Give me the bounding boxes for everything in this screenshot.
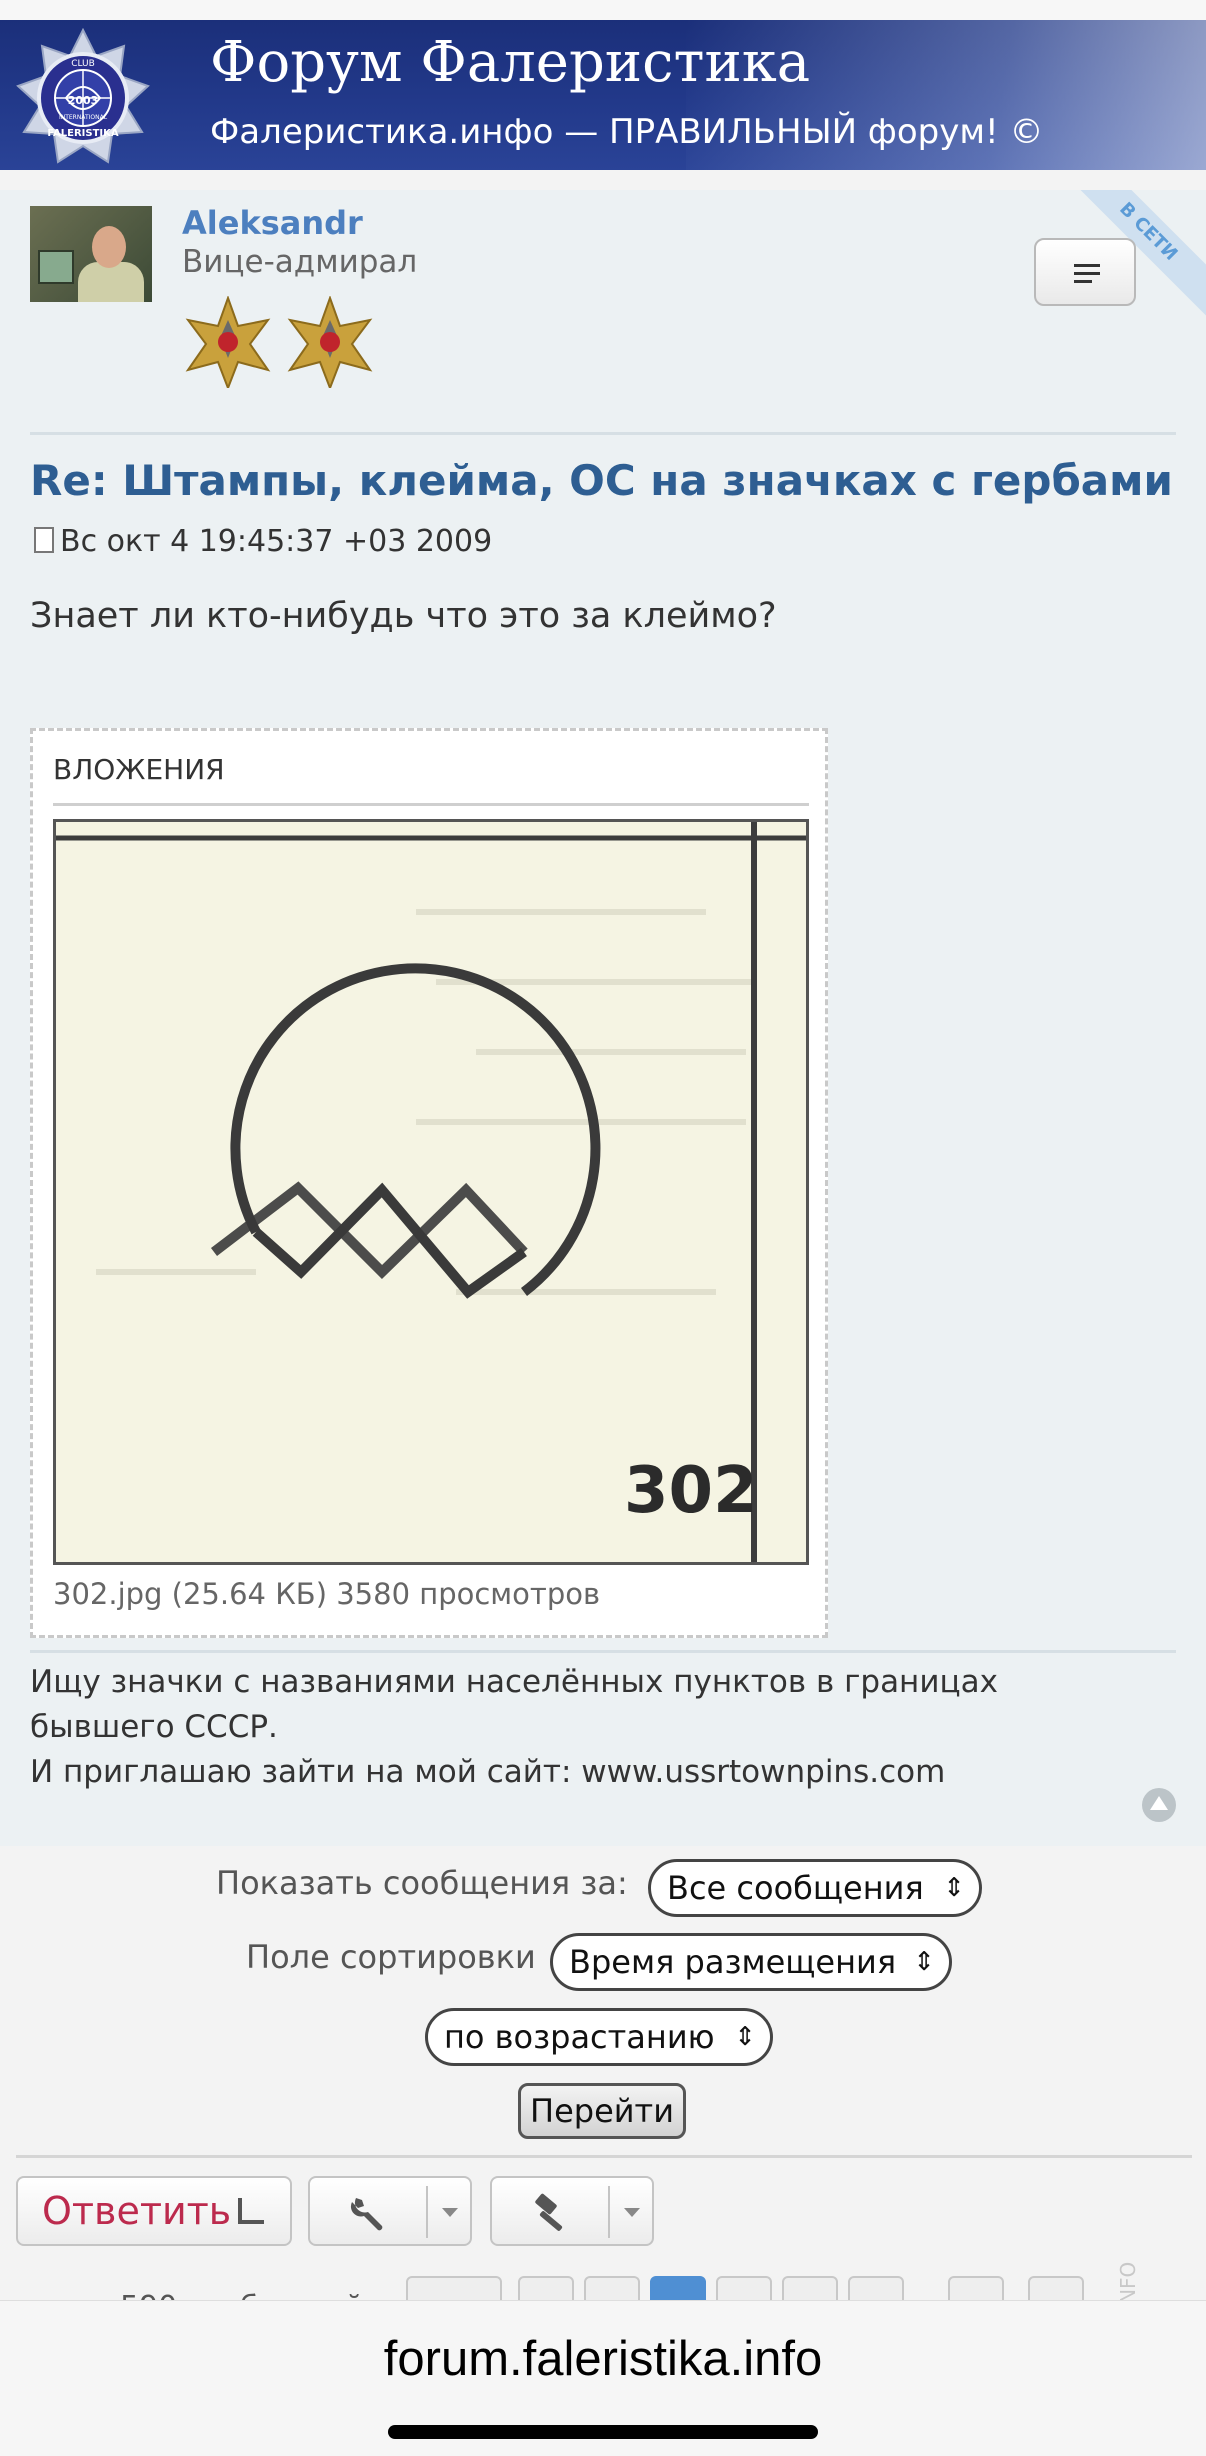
attachment-image[interactable]: 302 [53, 819, 809, 1565]
divider [30, 432, 1176, 435]
post-title[interactable]: Re: Штампы, клейма, ОС на значках с герб… [30, 456, 1173, 505]
attachments-box: ВЛОЖЕНИЯ 302 302.jpg (25.64 КБ) 3580 про… [30, 728, 828, 1638]
sort-order-value: по возрастанию [444, 2018, 715, 2056]
rank-star-icon [185, 296, 271, 388]
reply-label: Ответить [42, 2189, 232, 2233]
site-description: Фалеристика.инфо — ПРАВИЛЬНЫЙ форум! © [210, 112, 1044, 152]
browser-address-bar[interactable]: forum.faleristika.info [0, 2300, 1206, 2456]
stamp-mark-image: 302 [56, 822, 806, 1562]
go-button[interactable]: Перейти [518, 2083, 686, 2139]
select-arrows-icon: ⇕ [943, 1873, 965, 1903]
post-date-text: Вс окт 4 19:45:37 +03 2009 [60, 524, 493, 559]
select-arrows-icon: ⇕ [734, 2022, 756, 2052]
avatar[interactable] [30, 206, 152, 302]
sort-order-select[interactable]: по возрастанию ⇕ [425, 2008, 773, 2066]
author-rank: Вице-адмирал [182, 244, 418, 280]
post-menu-button[interactable] [1034, 238, 1136, 306]
url-text[interactable]: forum.faleristika.info [0, 2331, 1206, 2387]
logo-year: 2003 [68, 94, 99, 107]
topic-tools-button[interactable] [308, 2176, 472, 2246]
sort-field-value: Время размещения [569, 1943, 897, 1981]
back-to-top-icon[interactable] [1142, 1788, 1176, 1822]
chevron-down-icon [624, 2208, 640, 2217]
post-link-icon[interactable] [34, 527, 54, 553]
sort-field-label: Поле сортировки [246, 1938, 536, 1976]
show-posts-select[interactable]: Все сообщения ⇕ [648, 1859, 982, 1917]
show-posts-label: Показать сообщения за: [216, 1864, 628, 1902]
chevron-down-icon [442, 2208, 458, 2217]
reply-arrow-icon [238, 2198, 264, 2224]
logo-name: FALERISTIKA [47, 128, 119, 139]
divider [16, 2155, 1192, 2158]
club-logo[interactable]: CLUB 2003 INTERNATIONAL FALERISTIKA [14, 28, 152, 166]
logo-top-text: CLUB [71, 59, 95, 69]
image-number: 302 [624, 1454, 758, 1528]
divider [30, 1650, 1176, 1653]
attachment-caption: 302.jpg (25.64 КБ) 3580 просмотров [53, 1577, 601, 1611]
site-title[interactable]: Форум Фалеристика [210, 30, 810, 95]
reply-button[interactable]: Ответить [16, 2176, 292, 2246]
wrench-icon [350, 2198, 383, 2231]
post-date: Вс окт 4 19:45:37 +03 2009 [34, 524, 492, 559]
post-author[interactable]: Aleksandr [182, 204, 363, 242]
signature-line: бывшего СССР. [30, 1709, 278, 1745]
show-posts-value: Все сообщения [667, 1869, 924, 1907]
site-header: CLUB 2003 INTERNATIONAL FALERISTIKA Фору… [0, 20, 1206, 170]
moderator-tools-button[interactable] [490, 2176, 654, 2246]
post-body: Знает ли кто-нибудь что это за клеймо? [30, 596, 777, 636]
signature: Ищу значки с названиями населённых пункт… [30, 1660, 998, 1795]
forum-post: В СЕТИ Aleksandr Вице-адмирал Re: Штампы… [0, 190, 1206, 1846]
status-strip [0, 0, 1206, 20]
logo-band: INTERNATIONAL [59, 114, 108, 121]
menu-icon [1074, 264, 1100, 267]
attachments-heading: ВЛОЖЕНИЯ [53, 753, 225, 786]
hammer-icon [535, 2193, 563, 2231]
rank-star-icon [287, 296, 373, 388]
select-arrows-icon: ⇕ [913, 1947, 935, 1977]
divider [53, 803, 809, 806]
signature-line: Ищу значки с названиями населённых пункт… [30, 1664, 998, 1700]
sort-field-select[interactable]: Время размещения ⇕ [550, 1933, 952, 1991]
home-indicator[interactable] [388, 2425, 818, 2439]
signature-line[interactable]: И приглашаю зайти на мой сайт: www.ussrt… [30, 1750, 998, 1795]
